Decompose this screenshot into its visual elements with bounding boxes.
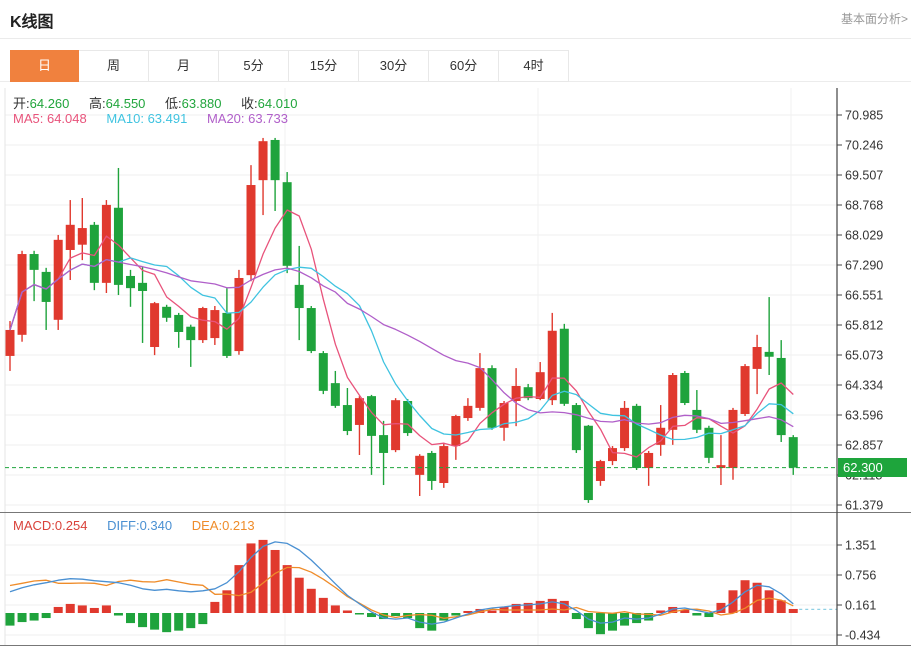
svg-text:1.351: 1.351: [845, 539, 876, 553]
page-header: K线图 基本面分析>: [0, 0, 911, 38]
fundamental-analysis-link[interactable]: 基本面分析>: [841, 10, 908, 27]
open-value: 64.260: [30, 96, 70, 111]
tab-month[interactable]: 月: [149, 51, 219, 81]
svg-text:61.379: 61.379: [845, 499, 883, 513]
svg-text:68.768: 68.768: [845, 199, 883, 213]
ma-readout: MA5: 64.048 MA10: 63.491 MA20: 63.733: [13, 111, 288, 126]
svg-text:70.246: 70.246: [845, 139, 883, 153]
dea-value: DEA:0.213: [192, 518, 255, 533]
svg-text:64.334: 64.334: [845, 379, 883, 393]
close-label: 收:: [241, 96, 258, 111]
macd-value: MACD:0.254: [13, 518, 87, 533]
low-label: 低:: [165, 96, 182, 111]
header-divider: [0, 38, 911, 39]
timeframe-tabs: 日 周 月 5分 15分 30分 60分 4时: [10, 50, 569, 82]
svg-text:-0.434: -0.434: [845, 629, 880, 643]
low-value: 63.880: [182, 96, 222, 111]
ma10-value: MA10: 63.491: [106, 111, 187, 126]
svg-text:67.290: 67.290: [845, 259, 883, 273]
high-label: 高:: [89, 96, 106, 111]
svg-text:63.596: 63.596: [845, 409, 883, 423]
ma5-value: MA5: 64.048: [13, 111, 87, 126]
svg-text:68.029: 68.029: [845, 229, 883, 243]
svg-text:70.985: 70.985: [845, 109, 883, 123]
ohlc-readout: 开:64.260 高:64.550 低:63.880 收:64.010: [13, 93, 313, 112]
current-price-badge: 62.300: [838, 458, 907, 477]
svg-text:69.507: 69.507: [845, 169, 883, 183]
macd-readout: MACD:0.254 DIFF:0.340 DEA:0.213: [13, 518, 255, 533]
svg-text:0.161: 0.161: [845, 599, 876, 613]
tab-60min[interactable]: 60分: [429, 51, 499, 81]
tab-week[interactable]: 周: [79, 51, 149, 81]
ma20-value: MA20: 63.733: [207, 111, 288, 126]
close-value: 64.010: [258, 96, 298, 111]
svg-text:65.073: 65.073: [845, 349, 883, 363]
high-value: 64.550: [106, 96, 146, 111]
svg-text:65.812: 65.812: [845, 319, 883, 333]
svg-text:0.756: 0.756: [845, 569, 876, 583]
tab-15min[interactable]: 15分: [289, 51, 359, 81]
svg-text:62.857: 62.857: [845, 439, 883, 453]
tab-5min[interactable]: 5分: [219, 51, 289, 81]
page-title: K线图: [10, 8, 54, 32]
tab-4hour[interactable]: 4时: [499, 51, 568, 81]
tab-30min[interactable]: 30分: [359, 51, 429, 81]
open-label: 开:: [13, 96, 30, 111]
diff-value: DIFF:0.340: [107, 518, 172, 533]
tab-day[interactable]: 日: [10, 50, 79, 82]
svg-text:66.551: 66.551: [845, 289, 883, 303]
